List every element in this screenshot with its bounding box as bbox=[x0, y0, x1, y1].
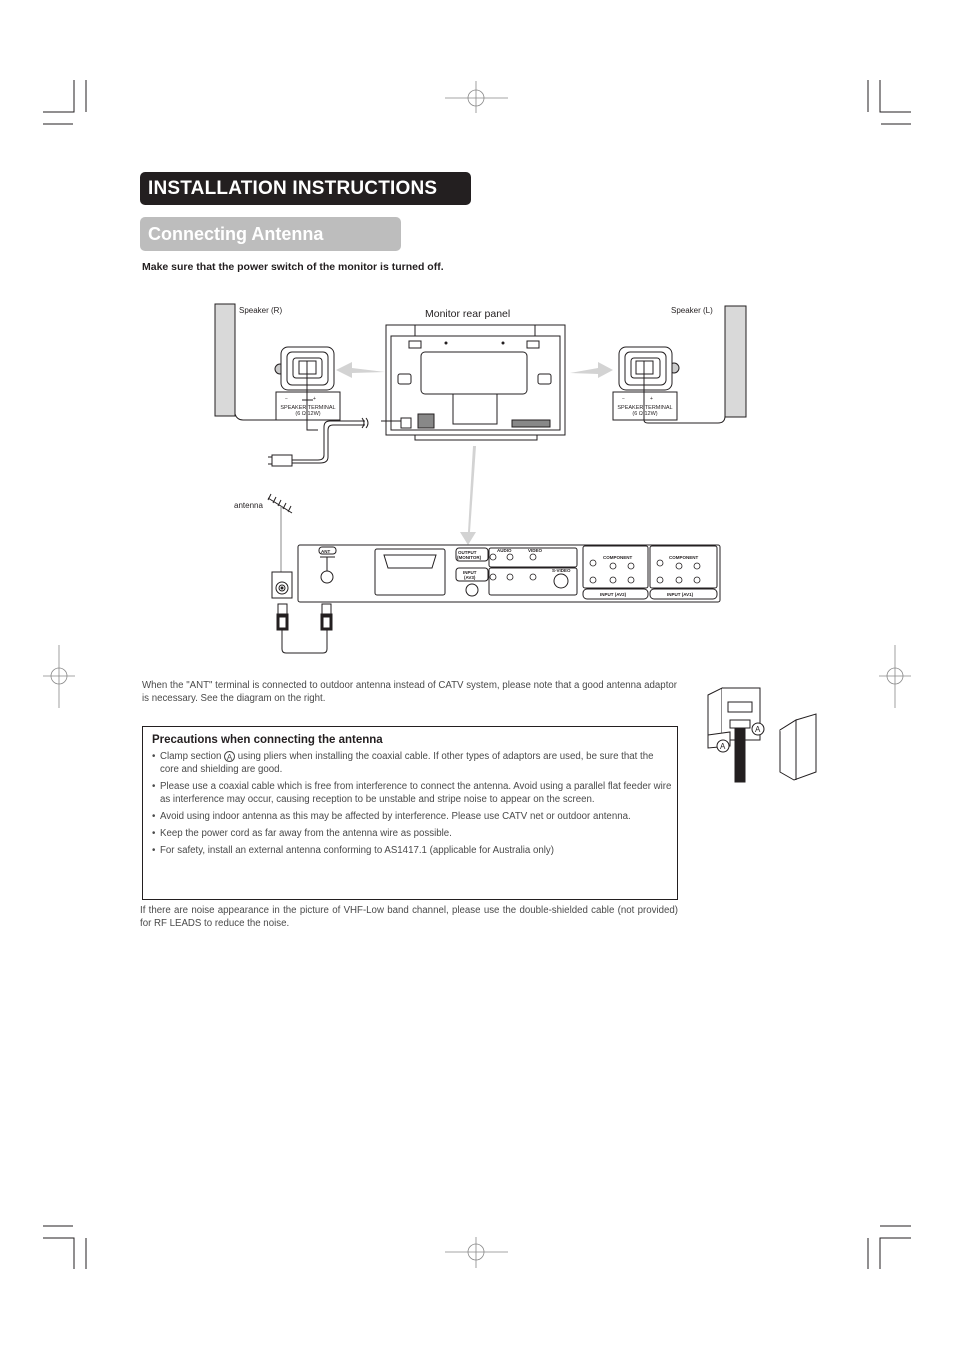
svg-text:VIDEO: VIDEO bbox=[528, 548, 543, 553]
list-item: Avoid using indoor antenna as this may b… bbox=[152, 810, 672, 823]
speaker-right bbox=[214, 303, 236, 417]
terminal-minus: − bbox=[285, 396, 288, 402]
monitor-rear-panel-label: Monitor rear panel bbox=[425, 308, 511, 320]
precautions-title: Precautions when connecting the antenna bbox=[152, 734, 383, 746]
antenna-label: antenna bbox=[234, 501, 263, 510]
monitor-rear-panel bbox=[381, 324, 566, 441]
input-av2-label: INPUT (AV2) bbox=[600, 592, 627, 597]
svg-text:AUDIO: AUDIO bbox=[497, 548, 512, 553]
svg-text:(MONITOR): (MONITOR) bbox=[457, 555, 482, 560]
power-cord bbox=[268, 417, 369, 467]
svg-text:COMPONENT: COMPONENT bbox=[669, 555, 699, 560]
crop-mark-bottom-right bbox=[879, 1237, 911, 1269]
speaker-terminal-left-label: SPEAKER TERMINAL (6 Ω 12W) bbox=[617, 405, 673, 417]
svg-text:(AV3): (AV3) bbox=[464, 575, 476, 580]
terminal-plus: + bbox=[313, 396, 316, 402]
svg-text:A: A bbox=[720, 742, 726, 751]
svg-text:+: + bbox=[650, 396, 653, 402]
coax-cable bbox=[276, 603, 333, 654]
ant-label: ANT bbox=[321, 549, 330, 554]
connection-diagram: − + − + ANT OUTPUT (MONITOR) INPUT (AV3)… bbox=[0, 0, 954, 670]
antenna-adaptor-illustration: A A bbox=[707, 687, 817, 783]
speaker-terminal-right bbox=[234, 346, 341, 431]
registration-target-bottom bbox=[445, 1237, 508, 1268]
svg-text:S-VIDEO: S-VIDEO bbox=[552, 568, 571, 573]
input-av1-label: INPUT (AV1) bbox=[667, 592, 694, 597]
svg-text:COMPONENT: COMPONENT bbox=[603, 555, 633, 560]
wall-outlet bbox=[271, 571, 293, 599]
section-a-marker: A bbox=[224, 751, 236, 762]
list-item: For safety, install an external antenna … bbox=[152, 844, 672, 857]
footer-note: If there are noise appearance in the pic… bbox=[140, 905, 678, 929]
list-item: Please use a coaxial cable which is free… bbox=[152, 780, 672, 806]
speaker-terminal-right-label: SPEAKER TERMINAL (6 Ω 12W) bbox=[280, 405, 336, 417]
crop-mark-bottom-left bbox=[43, 1237, 75, 1269]
rear-connector-panel bbox=[297, 544, 721, 603]
speaker-right-label: Speaker (R) bbox=[239, 306, 283, 315]
speaker-left bbox=[724, 305, 747, 418]
list-item: Clamp section A using pliers when instal… bbox=[152, 750, 672, 776]
speaker-left-label: Speaker (L) bbox=[671, 306, 713, 315]
adaptor-note: When the "ANT" terminal is connected to … bbox=[142, 680, 677, 704]
svg-text:A: A bbox=[755, 725, 761, 734]
list-item: Keep the power cord as far away from the… bbox=[152, 827, 672, 840]
precautions-list: Clamp section A using pliers when instal… bbox=[152, 750, 672, 861]
antenna-icon bbox=[267, 493, 293, 583]
svg-text:−: − bbox=[622, 396, 625, 402]
